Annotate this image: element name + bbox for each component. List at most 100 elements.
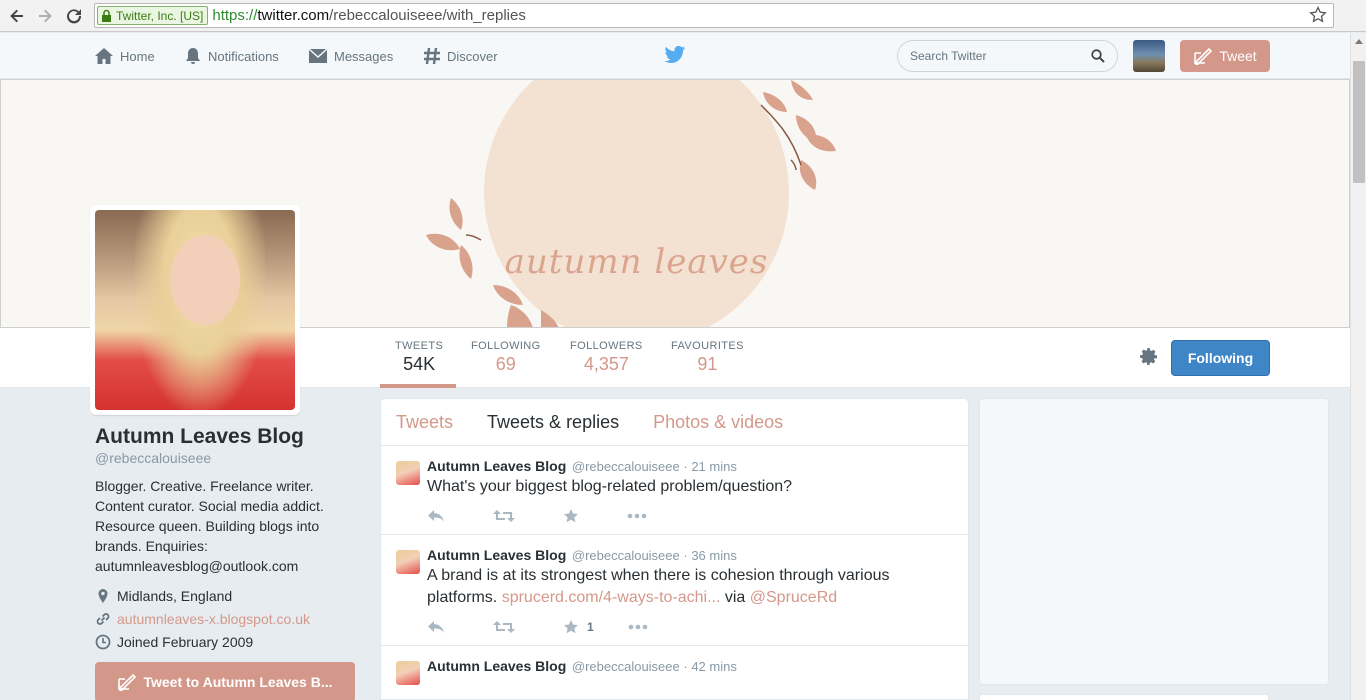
timeline: Tweets Tweets & replies Photos & videos … [380,398,969,700]
favourite-button[interactable] [563,508,587,524]
reply-button[interactable] [427,620,453,634]
tweet-author-handle[interactable]: @rebeccalouiseee [572,659,680,674]
bookmark-star-icon[interactable] [1309,5,1327,29]
profile-location-text: Midlands, England [117,587,233,604]
tweet-timestamp[interactable]: · 36 mins [683,548,736,563]
tweet-author-name[interactable]: Autumn Leaves Blog [427,458,566,474]
stat-favourites[interactable]: FAVOURITES 91 [671,340,744,375]
search-input[interactable]: Search Twitter [897,40,1118,72]
tweet-item[interactable]: Autumn Leaves Blog @rebeccalouiseee · 21… [381,446,968,535]
bell-icon [186,48,200,64]
forward-button[interactable] [34,5,56,27]
timeline-tabs: Tweets Tweets & replies Photos & videos [381,399,968,446]
reply-button[interactable] [427,509,453,523]
tweet-avatar[interactable] [396,661,420,685]
tweet-header: Autumn Leaves Blog @rebeccalouiseee · 42… [427,658,953,674]
ev-label: Twitter, Inc. [US] [116,8,204,23]
profile-location: Midlands, England [95,584,355,607]
tweet-avatar[interactable] [396,550,420,574]
page-scrollbar[interactable] [1350,33,1366,700]
retweet-icon [493,510,515,522]
stat-favourites-label: FAVOURITES [671,340,744,352]
global-nav: Home Notifications Messages Discover Sea… [0,33,1350,79]
reload-icon [67,9,82,24]
twitter-bird-icon[interactable] [664,45,686,70]
retweet-button[interactable] [493,509,523,523]
favourite-count: 1 [587,620,594,634]
more-button[interactable] [627,513,655,519]
stat-tweets-label: TWEETS [395,340,444,352]
nav-notifications-label: Notifications [208,48,279,64]
profile-website-link[interactable]: autumnleaves-x.blogspot.co.uk [117,611,310,627]
tweet-timestamp[interactable]: · 21 mins [683,459,736,474]
tweet-timestamp[interactable]: · 42 mins [683,659,736,674]
reply-icon [428,621,444,633]
back-button[interactable] [6,5,28,27]
quill-icon [1194,47,1213,65]
tweet-author-handle[interactable]: @rebeccalouiseee [572,548,680,563]
stat-tweets[interactable]: TWEETS 54K [395,340,443,375]
tweet-to-button[interactable]: Tweet to Autumn Leaves B... [95,662,355,700]
profile-website: autumnleaves-x.blogspot.co.uk [95,607,355,630]
tweet-item[interactable]: Autumn Leaves Blog @rebeccalouiseee · 42… [381,646,968,685]
address-bar[interactable]: Twitter, Inc. [US] https://twitter.com/r… [94,3,1334,28]
profile-avatar[interactable] [90,205,300,415]
photo-face [170,235,240,325]
tweet-actions: 1 [427,609,953,645]
tweet-text: What's your biggest blog-related problem… [427,478,793,495]
more-dots-icon [628,624,647,630]
stat-following-value: 69 [495,354,516,374]
back-arrow-icon [10,9,23,23]
tweet-author-name[interactable]: Autumn Leaves Blog [427,658,566,674]
retweet-icon [493,621,515,633]
more-button[interactable] [628,624,656,630]
tweet-mention[interactable]: @SpruceRd [750,589,837,606]
retweet-button[interactable] [493,620,523,634]
following-button[interactable]: Following [1171,340,1270,376]
url-host: twitter.com [257,7,330,24]
profile-handle[interactable]: @rebeccalouiseee [95,450,355,466]
user-avatar-menu[interactable] [1133,40,1165,72]
tweet-avatar[interactable] [396,461,420,485]
stat-following[interactable]: FOLLOWING 69 [471,340,541,375]
star-icon [564,620,578,634]
nav-discover[interactable]: Discover [423,33,498,79]
tweet-text-part: via [720,589,750,606]
hashtag-icon [424,47,440,65]
ev-certificate-badge[interactable]: Twitter, Inc. [US] [97,6,209,25]
tweet-header: Autumn Leaves Blog @rebeccalouiseee · 21… [427,458,953,474]
tweet-author-handle[interactable]: @rebeccalouiseee [572,459,680,474]
star-icon [564,509,578,523]
scroll-up-arrow-icon[interactable] [1355,39,1363,44]
active-stat-underline [380,384,456,388]
url-scheme: https:// [212,7,258,24]
profile-name[interactable]: Autumn Leaves Blog [95,425,355,449]
profile-joined-text: Joined February 2009 [117,633,254,650]
tweet-item[interactable]: Autumn Leaves Blog @rebeccalouiseee · 36… [381,535,968,646]
stat-followers[interactable]: FOLLOWERS 4,357 [570,340,643,375]
tab-tweets[interactable]: Tweets [396,412,453,433]
gear-icon[interactable] [1139,347,1159,372]
nav-notifications[interactable]: Notifications [184,33,279,79]
compose-tweet-button[interactable]: Tweet [1180,40,1270,72]
nav-discover-label: Discover [447,48,498,64]
profile-joined: Joined February 2009 [95,630,355,653]
favourite-button[interactable]: 1 [563,619,594,635]
search-placeholder: Search Twitter [910,49,987,63]
reload-button[interactable] [63,5,85,27]
compose-tweet-label: Tweet [1219,48,1257,64]
scrollbar-thumb[interactable] [1353,61,1365,183]
stat-following-label: FOLLOWING [471,340,541,352]
search-icon[interactable] [1091,49,1105,63]
tab-tweets-replies[interactable]: Tweets & replies [487,412,619,433]
tab-photos-videos[interactable]: Photos & videos [653,412,783,433]
nav-home[interactable]: Home [94,33,155,79]
tweet-author-name[interactable]: Autumn Leaves Blog [427,547,566,563]
stat-tweets-value: 54K [403,354,436,374]
envelope-icon [308,48,328,63]
stat-favourites-value: 91 [697,354,718,374]
forward-arrow-icon [39,9,52,23]
reply-icon [428,510,444,522]
nav-messages[interactable]: Messages [308,33,393,79]
tweet-link[interactable]: sprucerd.com/4-ways-to-achi... [502,589,721,606]
